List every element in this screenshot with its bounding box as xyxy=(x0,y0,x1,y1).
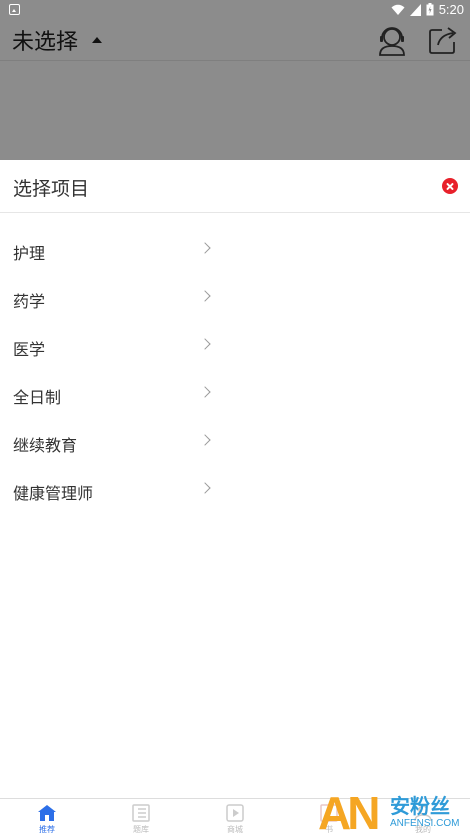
chevron-right-icon xyxy=(199,386,211,398)
option-label: 药学 xyxy=(13,292,46,311)
question-bank-icon xyxy=(132,804,150,822)
nav-label: 推荐 xyxy=(39,825,55,834)
option-nursing[interactable]: 护理 xyxy=(0,226,230,274)
nav-label: 商城 xyxy=(227,825,243,834)
signal-icon xyxy=(409,3,421,16)
watermark-an: AN xyxy=(318,787,380,838)
chevron-right-icon xyxy=(199,434,211,446)
home-icon xyxy=(38,805,56,821)
project-title: 未选择 xyxy=(12,30,79,55)
option-label: 医学 xyxy=(13,340,46,359)
option-label: 继续教育 xyxy=(13,436,78,455)
divider xyxy=(0,60,470,61)
nav-label: 题库 xyxy=(133,825,149,834)
sheet-title: 选择项目 xyxy=(13,178,90,200)
status-bar: 5:20 xyxy=(0,0,470,20)
chevron-right-icon xyxy=(199,242,211,254)
option-continuing-education[interactable]: 继续教育 xyxy=(0,418,230,466)
wifi-icon xyxy=(391,4,405,15)
option-medicine[interactable]: 医学 xyxy=(0,322,230,370)
customer-service-icon[interactable] xyxy=(376,24,408,56)
project-options: 护理 药学 医学 全日制 继续教育 健康管理师 xyxy=(0,226,470,514)
battery-icon xyxy=(426,3,434,16)
caret-up-icon xyxy=(92,37,103,43)
watermark-logo: AN 安粉丝 ANFENSI.COM xyxy=(318,788,470,838)
project-select-sheet: 选择项目 护理 药学 医学 全日制 继续教育 健康管理师 xyxy=(0,160,470,798)
nav-tab-recommend[interactable]: 推荐 xyxy=(0,799,94,838)
option-label: 健康管理师 xyxy=(13,484,94,503)
chevron-right-icon xyxy=(199,338,211,350)
sheet-header: 选择项目 xyxy=(0,160,470,213)
option-health-manager[interactable]: 健康管理师 xyxy=(0,466,230,514)
video-icon xyxy=(226,804,244,822)
nav-tab-question-bank[interactable]: 题库 xyxy=(94,799,188,838)
status-time: 5:20 xyxy=(438,2,464,17)
nav-tab-mall[interactable]: 商城 xyxy=(188,799,282,838)
watermark-cn: 安粉丝 xyxy=(390,794,450,818)
option-label: 护理 xyxy=(13,244,46,263)
option-label: 全日制 xyxy=(13,388,62,407)
option-pharmacy[interactable]: 药学 xyxy=(0,274,230,322)
close-icon[interactable] xyxy=(442,178,458,194)
watermark-en: ANFENSI.COM xyxy=(390,818,460,829)
top-bar: 未选择 xyxy=(0,20,470,62)
chevron-right-icon xyxy=(199,290,211,302)
status-icons: 5:20 xyxy=(391,2,464,17)
option-full-time[interactable]: 全日制 xyxy=(0,370,230,418)
share-icon[interactable] xyxy=(428,25,458,55)
chevron-right-icon xyxy=(199,482,211,494)
dimmed-overlay[interactable]: 5:20 未选择 xyxy=(0,0,470,160)
notification-icon xyxy=(9,4,20,15)
project-selector[interactable]: 未选择 xyxy=(12,24,103,56)
